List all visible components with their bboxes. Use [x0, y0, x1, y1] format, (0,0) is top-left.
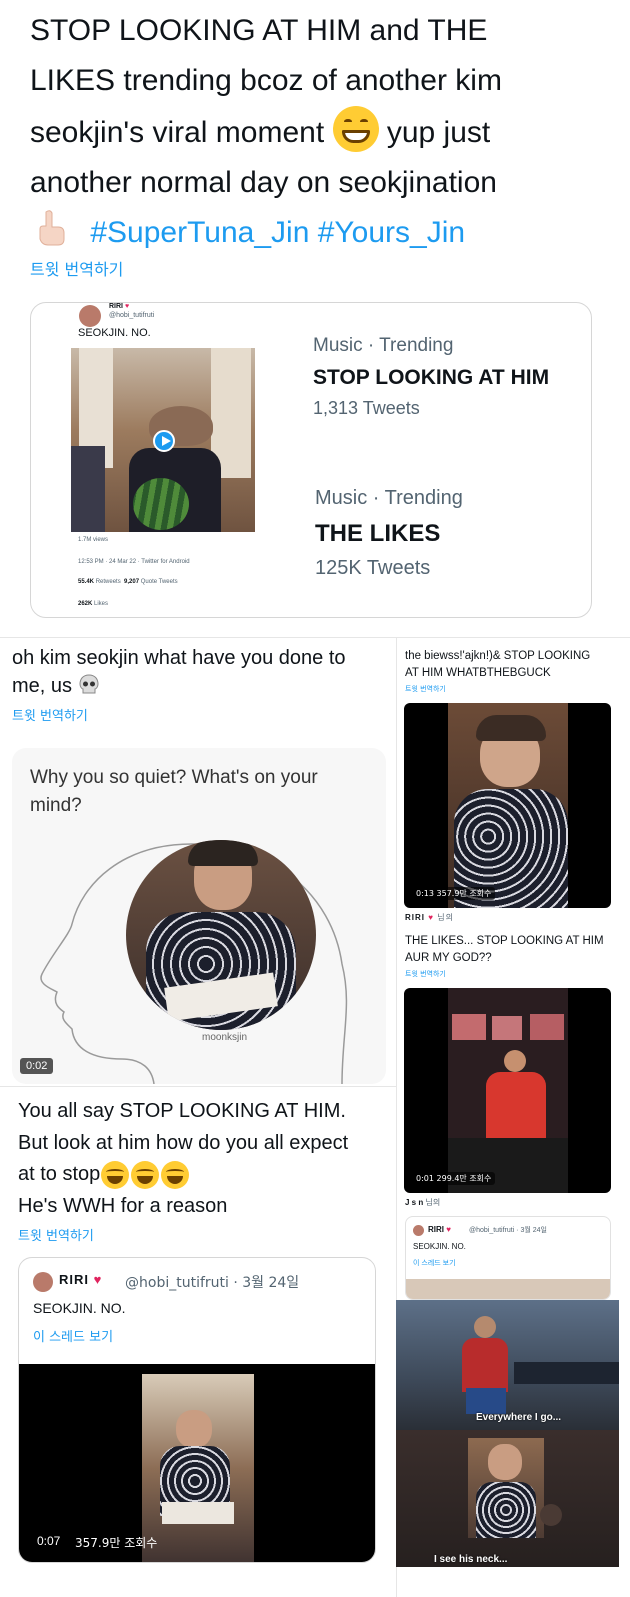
avatar — [79, 305, 101, 327]
avatar — [33, 1272, 53, 1292]
author-name: J s n 님의 — [405, 1198, 441, 1207]
circle-photo — [126, 840, 316, 1030]
trend-category: Music · Trending — [313, 335, 454, 356]
skull-emoji — [78, 674, 100, 696]
translate-tweet-link[interactable]: 트윗 번역하기 — [405, 969, 446, 979]
meme-image: I see his neck... — [396, 1430, 619, 1567]
tweet-text: oh kim seokjin what have you done to me,… — [12, 644, 392, 700]
video-badge: 0:01 299.4만 조회수 — [412, 1172, 496, 1185]
trend-category: Music · Trending — [315, 487, 463, 509]
tweet-line: another normal day on seokjination — [30, 166, 497, 199]
translate-tweet-link[interactable]: 트윗 번역하기 — [12, 705, 88, 724]
tweet-line: He's WWH for a reason — [18, 1194, 228, 1217]
quote-tweet-card[interactable]: RIRI ♥ @hobi_tutifruti · 3월 24일 SEOKJIN.… — [405, 1216, 611, 1300]
play-icon[interactable] — [153, 430, 175, 452]
video-badge: 0:13 357.9만 조회수 — [412, 887, 496, 900]
tweet-line: LIKES trending bcoz of another kim — [30, 64, 502, 97]
crying-laughing-emoji — [161, 1160, 190, 1189]
embed-text: SEOKJIN. NO. — [78, 327, 151, 339]
grinning-face-emoji — [332, 106, 379, 152]
trend-count: 1,313 Tweets — [313, 398, 420, 418]
translate-tweet-link[interactable]: 트윗 번역하기 — [30, 256, 123, 280]
pointing-up-emoji — [30, 208, 70, 248]
views-count: 1.7M views — [78, 537, 109, 543]
author-name: RIRI ♥ 님의 — [405, 913, 454, 922]
tweet-line: You all say STOP LOOKING AT HIM. — [18, 1100, 346, 1122]
trend-item[interactable]: Music · Trending STOP LOOKING AT HIM 1,3… — [313, 335, 549, 419]
translate-tweet-link[interactable]: 트윗 번역하기 — [18, 1225, 94, 1244]
tweet-line: #SuperTuna_Jin #Yours_Jin — [30, 208, 620, 258]
tweet-line: But look at him how do you all expect — [18, 1131, 349, 1154]
strawberry-icon: ♥ — [93, 1272, 103, 1287]
tweet-text: You all say STOP LOOKING AT HIM. But loo… — [18, 1096, 393, 1222]
translate-tweet-link[interactable]: 트윗 번역하기 — [405, 684, 446, 694]
quote-tweet-card[interactable]: RIRI ♥ @hobi_tutifruti · 3월 24일 SEOKJIN.… — [18, 1257, 376, 1563]
likes-stat: 262K Likes — [78, 601, 109, 607]
tweet-line: seokjin's viral moment yup just — [30, 106, 620, 158]
video-player[interactable]: 0:01 299.4만 조회수 — [404, 988, 611, 1193]
video-thumbnail[interactable] — [71, 348, 255, 532]
screenshot-card: RIRI ♥ @hobi_tutifruti SEOKJIN. NO. 1.7M… — [30, 302, 592, 618]
divider — [0, 1086, 396, 1087]
quote-text: SEOKJIN. NO. — [413, 1242, 466, 1251]
tweet-text: STOP LOOKING AT HIM and THE LIKES trendi… — [30, 6, 620, 258]
tweet-meta: 12:53 PM · 24 Mar 22 · Twitter for Andro… — [78, 559, 190, 565]
meme-caption: Everywhere I go... — [476, 1412, 562, 1423]
quote-handle: @hobi_tutifruti · 3월 24일 — [125, 1275, 300, 1291]
quote-author: RIRI ♥ — [59, 1272, 103, 1287]
trend-item[interactable]: Music · Trending THE LIKES 125K Tweets — [315, 487, 463, 580]
divider — [0, 637, 630, 638]
crying-laughing-emoji — [131, 1160, 160, 1189]
watermark: moonksjin — [202, 1032, 248, 1043]
quote-handle: @hobi_tutifruti · 3월 24일 — [469, 1227, 547, 1234]
video-duration: 0:02 — [20, 1058, 54, 1074]
author-handle: @hobi_tutifruti — [109, 312, 155, 319]
trend-count: 125K Tweets — [315, 557, 431, 579]
meme-image: Everywhere I go... — [396, 1300, 619, 1430]
video-time: 0:07 — [37, 1534, 61, 1548]
video-views: 357.9만 조회수 — [75, 1536, 158, 1550]
quote-video[interactable]: 0:07 357.9만 조회수 — [19, 1364, 375, 1562]
meme-text: Why you so quiet? What's on your mind? — [30, 767, 318, 816]
author-name: RIRI ♥ — [109, 303, 130, 310]
tweet-line: STOP LOOKING AT HIM and THE — [30, 14, 488, 47]
tweet-line: at to stop — [18, 1159, 393, 1191]
meme-caption: I see his neck... — [434, 1554, 508, 1565]
tweet-text: the biewss!'ajkn!)& STOP LOOKING AT HIM … — [405, 650, 591, 679]
watermelon — [133, 478, 189, 530]
avatar — [413, 1225, 424, 1236]
show-thread-link[interactable]: 이 스레드 보기 — [33, 1326, 113, 1345]
tweet-text: THE LIKES... STOP LOOKING AT HIM AUR MY … — [405, 935, 604, 964]
tweet-line: oh kim seokjin what have you done to — [12, 647, 346, 669]
meme-video[interactable]: Why you so quiet? What's on your mind? m… — [12, 748, 386, 1084]
quote-text: SEOKJIN. NO. — [33, 1300, 126, 1316]
tweet-line: me, us — [12, 672, 392, 700]
trend-title: STOP LOOKING AT HIM — [313, 366, 550, 389]
video-player[interactable]: 0:13 357.9만 조회수 — [404, 703, 611, 908]
quote-author: RIRI ♥ — [428, 1225, 451, 1234]
engagement-stats: 55.4K Retweets 9,207 Quote Tweets — [78, 579, 178, 585]
trend-title: THE LIKES — [315, 520, 441, 547]
crying-laughing-emoji — [101, 1160, 130, 1189]
hashtags-link[interactable]: #SuperTuna_Jin #Yours_Jin — [90, 216, 465, 249]
show-thread-link[interactable]: 이 스레드 보기 — [413, 1258, 456, 1268]
